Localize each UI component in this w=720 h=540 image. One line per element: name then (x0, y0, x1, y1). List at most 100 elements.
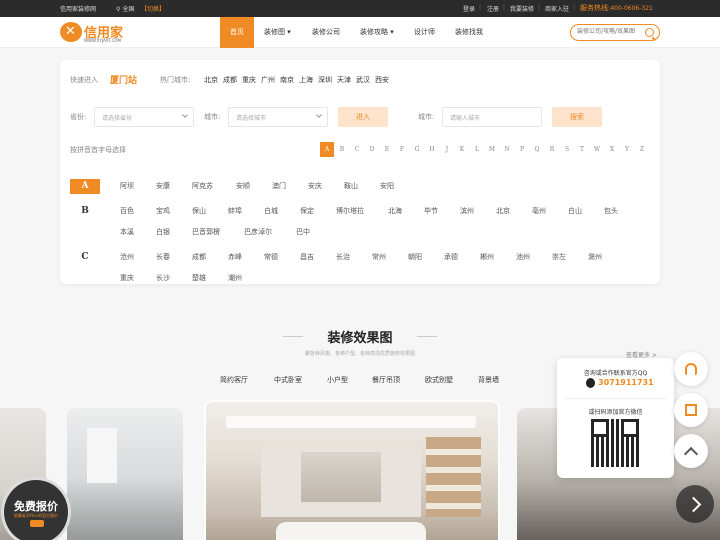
province-select[interactable]: 请选择省份 (94, 107, 194, 127)
city-link[interactable]: 长春 (156, 252, 170, 262)
city-link[interactable]: 保山 (192, 206, 206, 216)
register-link[interactable]: 注册 (487, 4, 499, 13)
hot-city[interactable]: 成都 (223, 76, 237, 84)
city-link[interactable]: 宝鸡 (156, 206, 170, 216)
letter-tab[interactable]: L (470, 142, 484, 157)
letter-tab[interactable]: M (485, 142, 499, 157)
nav-companies[interactable]: 装修公司 (312, 17, 340, 48)
city-link[interactable]: 崇左 (552, 252, 566, 262)
city-link[interactable]: 百色 (120, 206, 134, 216)
city-link[interactable]: 毕节 (424, 206, 438, 216)
qr-code-button[interactable] (674, 393, 708, 427)
city-link[interactable]: 重庆 (120, 273, 134, 283)
city-link[interactable]: 保定 (300, 206, 314, 216)
letter-tab[interactable]: N (500, 142, 514, 157)
gallery-tab[interactable]: 中式卧室 (274, 375, 302, 385)
letter-tab[interactable]: X (605, 142, 619, 157)
city-link[interactable]: 滨州 (460, 206, 474, 216)
hot-city[interactable]: 天津 (337, 76, 351, 84)
current-station[interactable]: 厦门站 (110, 73, 137, 86)
city-link[interactable]: 巴音郭楞 (192, 227, 220, 237)
hot-city[interactable]: 广州 (261, 76, 275, 84)
city-link[interactable]: 亳州 (532, 206, 546, 216)
city-link[interactable]: 常州 (372, 252, 386, 262)
nav-gallery[interactable]: 装修图 ▾ (264, 17, 291, 48)
letter-tab[interactable]: P (515, 142, 529, 157)
gallery-image-featured[interactable] (204, 400, 500, 540)
city-link[interactable]: 鞍山 (344, 181, 358, 191)
hot-city[interactable]: 西安 (375, 76, 389, 84)
city-link[interactable]: 安阳 (380, 181, 394, 191)
hot-city[interactable]: 南京 (280, 76, 294, 84)
hot-city[interactable]: 上海 (299, 76, 313, 84)
letter-tab[interactable]: G (410, 142, 424, 157)
city-select[interactable]: 请选择城市 (228, 107, 328, 127)
logo[interactable]: 信用家 WWW.XYJAXT.COM (60, 20, 130, 46)
search-input[interactable] (577, 28, 645, 35)
gallery-tab[interactable]: 欧式别墅 (425, 375, 453, 385)
city-link[interactable]: 长治 (336, 252, 350, 262)
letter-tab[interactable]: J (440, 142, 454, 157)
city-link[interactable]: 白山 (568, 206, 582, 216)
gallery-tab[interactable]: 餐厅吊顶 (372, 375, 400, 385)
city-link[interactable]: 长沙 (156, 273, 170, 283)
city-link[interactable]: 博尔塔拉 (336, 206, 364, 216)
hot-city[interactable]: 武汉 (356, 76, 370, 84)
city-link[interactable]: 北京 (496, 206, 510, 216)
gallery-tab[interactable]: 小户型 (327, 375, 348, 385)
nav-guides[interactable]: 装修攻略 ▾ (360, 17, 394, 48)
city-link[interactable]: 包头 (604, 206, 618, 216)
city-link[interactable]: 沧州 (120, 252, 134, 262)
nav-home[interactable]: 首页 (220, 17, 254, 48)
nav-find-me[interactable]: 装修找我 (455, 17, 483, 48)
city-link[interactable]: 朝阳 (408, 252, 422, 262)
back-to-top-button[interactable] (674, 434, 708, 468)
letter-tab[interactable]: W (590, 142, 604, 157)
location-switch-link[interactable]: 【切换】 (141, 4, 165, 13)
city-link[interactable]: 承德 (444, 252, 458, 262)
city-link[interactable]: 本溪 (120, 227, 134, 237)
search-button[interactable]: 搜索 (552, 107, 602, 127)
city-link[interactable]: 安庆 (308, 181, 322, 191)
city-link[interactable]: 常德 (264, 252, 278, 262)
letter-tab[interactable]: K (455, 142, 469, 157)
hot-city[interactable]: 北京 (204, 76, 218, 84)
gallery-tab[interactable]: 简约客厅 (220, 375, 248, 385)
city-link[interactable]: 潮州 (228, 273, 242, 283)
letter-tab[interactable]: R (545, 142, 559, 157)
letter-tab[interactable]: Z (635, 142, 649, 157)
city-link[interactable]: 昌吉 (300, 252, 314, 262)
letter-tab[interactable]: B (335, 142, 349, 157)
city-link[interactable]: 成都 (192, 252, 206, 262)
letter-tab[interactable]: T (575, 142, 589, 157)
city-link[interactable]: 滁州 (588, 252, 602, 262)
search-icon[interactable] (645, 28, 654, 37)
gallery-image[interactable] (67, 408, 183, 540)
city-search-input[interactable]: 请输入城市 (442, 107, 542, 127)
letter-tab[interactable]: S (560, 142, 574, 157)
login-link[interactable]: 登录 (463, 4, 475, 13)
renovate-link[interactable]: 我要装修 (510, 4, 534, 13)
qq-number[interactable]: 3071911731 (598, 378, 654, 387)
city-link[interactable]: 郴州 (480, 252, 494, 262)
enter-button[interactable]: 进入 (338, 107, 388, 127)
city-link[interactable]: 白城 (264, 206, 278, 216)
gallery-tab[interactable]: 背景墙 (478, 375, 499, 385)
nav-designers[interactable]: 设计师 (414, 17, 435, 48)
hot-city[interactable]: 深圳 (318, 76, 332, 84)
letter-tab[interactable]: A (320, 142, 334, 157)
city-link[interactable]: 赤峰 (228, 252, 242, 262)
city-link[interactable]: 池州 (516, 252, 530, 262)
merchant-join-link[interactable]: 商家入驻 (545, 4, 569, 13)
city-link[interactable]: 安顺 (236, 181, 250, 191)
city-link[interactable]: 蚌埠 (228, 206, 242, 216)
city-link[interactable]: 楚雄 (192, 273, 206, 283)
city-link[interactable]: 安康 (156, 181, 170, 191)
letter-tab[interactable]: Q (530, 142, 544, 157)
city-link[interactable]: 澳门 (272, 181, 286, 191)
city-link[interactable]: 阿克苏 (192, 181, 213, 191)
city-link[interactable]: 巴中 (296, 227, 310, 237)
hot-city[interactable]: 重庆 (242, 76, 256, 84)
city-link[interactable]: 巴彦淖尔 (244, 227, 272, 237)
letter-tab[interactable]: C (350, 142, 364, 157)
